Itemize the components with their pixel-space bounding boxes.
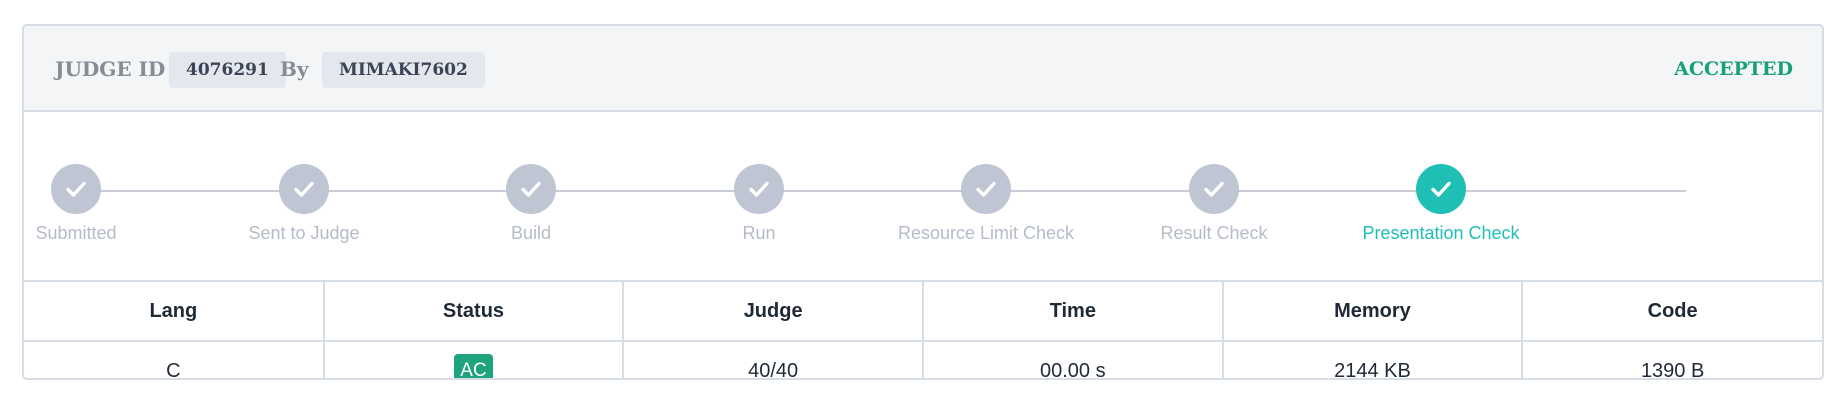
column-header-judge: Judge: [623, 282, 924, 342]
check-icon: [1416, 164, 1466, 214]
cell-time: 00.00 s: [922, 341, 1224, 378]
judge-progress-stepper: Submitted Sent to Judge Build Run Resour: [24, 112, 1822, 282]
table-header-row: Lang Status Judge Time Memory Code: [24, 282, 1822, 342]
check-icon: [961, 164, 1011, 214]
judge-id-chip: 4076291: [169, 52, 286, 88]
step-label: Submitted: [35, 223, 117, 243]
step-label: Sent to Judge: [248, 223, 360, 243]
column-header-time: Time: [922, 282, 1224, 342]
step-run: Run: [639, 164, 879, 244]
verdict-status: ACCEPTED: [1674, 58, 1793, 80]
submission-card: JUDGE ID : 4076291 By MIMAKI7602 ACCEPTE…: [22, 24, 1824, 380]
check-icon: [279, 164, 329, 214]
step-result-check: Result Check: [1094, 164, 1334, 244]
table-row: C AC 40/40 00.00 s 2144 KB 1390 B: [24, 341, 1822, 379]
cell-lang: C: [24, 341, 325, 378]
check-icon: [734, 164, 784, 214]
check-icon: [506, 164, 556, 214]
cell-judge: 40/40: [623, 341, 924, 378]
step-build: Build: [411, 164, 651, 244]
column-header-code: Code: [1522, 282, 1822, 342]
step-label: Result Check: [1160, 223, 1268, 243]
step-label: Presentation Check: [1362, 223, 1520, 243]
submission-header: JUDGE ID : 4076291 By MIMAKI7602 ACCEPTE…: [24, 26, 1822, 112]
step-label: Run: [742, 223, 776, 243]
step-label: Build: [510, 223, 552, 243]
cell-memory: 2144 KB: [1222, 341, 1524, 378]
result-table: Lang Status Judge Time Memory Code C AC …: [24, 282, 1822, 379]
check-icon: [1189, 164, 1239, 214]
cell-status: AC: [323, 341, 625, 378]
user-chip[interactable]: MIMAKI7602: [322, 52, 485, 88]
step-resource-limit-check: Resource Limit Check: [866, 164, 1106, 244]
column-header-status: Status: [323, 282, 625, 342]
judge-id-label: JUDGE ID :: [55, 57, 180, 81]
check-icon: [51, 164, 101, 214]
by-label: By: [280, 57, 309, 81]
step-label: Resource Limit Check: [897, 223, 1075, 243]
cell-code[interactable]: 1390 B: [1522, 341, 1822, 379]
status-badge: AC: [454, 354, 493, 378]
column-header-memory: Memory: [1222, 282, 1524, 342]
column-header-lang: Lang: [24, 282, 325, 342]
step-presentation-check: Presentation Check: [1321, 164, 1561, 244]
step-sent-to-judge: Sent to Judge: [184, 164, 424, 244]
step-submitted: Submitted: [24, 164, 196, 244]
